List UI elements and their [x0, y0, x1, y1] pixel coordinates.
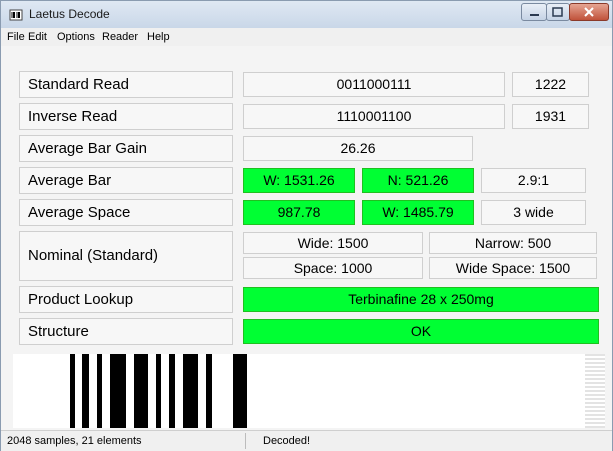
app-window: Laetus Decode File Edit Options Reader H… — [0, 0, 613, 451]
close-icon — [584, 7, 594, 17]
barcode-bar — [70, 354, 75, 428]
barcode-bar — [183, 354, 198, 428]
average-bar-gain-value: 26.26 — [243, 136, 473, 161]
nominal-narrow: Narrow: 500 — [429, 232, 597, 254]
app-icon — [9, 9, 23, 21]
barcode-bar — [82, 354, 89, 428]
nominal-label: Nominal (Standard) — [19, 231, 233, 281]
barcode-bar — [97, 354, 102, 428]
window-title: Laetus Decode — [29, 7, 110, 21]
barcode-bar — [156, 354, 161, 428]
average-bar-gain-label: Average Bar Gain — [19, 135, 233, 162]
menu-help[interactable]: Help — [147, 31, 170, 43]
menu-file[interactable]: File — [7, 31, 25, 43]
nominal-wide-space: Wide Space: 1500 — [429, 257, 597, 279]
inverse-read-label: Inverse Read — [19, 103, 233, 130]
status-bar: 2048 samples, 21 elements Decoded! — [1, 430, 612, 451]
nominal-space: Space: 1000 — [243, 257, 423, 279]
average-bar-label: Average Bar — [19, 167, 233, 194]
maximize-button[interactable] — [546, 3, 570, 21]
average-space-narrow: 987.78 — [243, 200, 355, 225]
average-space-note: 3 wide — [481, 200, 586, 225]
structure-value: OK — [243, 319, 599, 344]
nominal-wide: Wide: 1500 — [243, 232, 423, 254]
average-space-wide: W: 1485.79 — [362, 200, 474, 225]
standard-read-label: Standard Read — [19, 71, 233, 98]
standard-read-value: 0011000111 — [243, 72, 505, 97]
scan-trace — [585, 354, 605, 428]
maximize-icon — [552, 7, 563, 17]
status-divider — [245, 433, 246, 449]
menu-options[interactable]: Options — [57, 31, 95, 43]
average-bar-narrow: N: 521.26 — [362, 168, 474, 193]
standard-read-count: 1222 — [512, 72, 589, 97]
barcode-bar — [233, 354, 247, 428]
menu-reader[interactable]: Reader — [102, 31, 138, 43]
minimize-icon — [530, 14, 539, 16]
average-space-label: Average Space — [19, 199, 233, 226]
product-lookup-value: Terbinafine 28 x 250mg — [243, 287, 599, 312]
menu-edit[interactable]: Edit — [28, 31, 47, 43]
product-lookup-label: Product Lookup — [19, 286, 233, 313]
barcode-display — [13, 354, 605, 428]
inverse-read-count: 1931 — [512, 104, 589, 129]
inverse-read-value: 1110001100 — [243, 104, 505, 129]
structure-label: Structure — [19, 318, 233, 345]
average-bar-ratio: 2.9:1 — [481, 168, 586, 193]
minimize-button[interactable] — [521, 3, 547, 21]
average-bar-wide: W: 1531.26 — [243, 168, 355, 193]
close-button[interactable] — [569, 3, 609, 21]
menu-bar: File Edit Options Reader Help — [1, 28, 612, 46]
barcode-bar — [110, 354, 126, 428]
status-samples: 2048 samples, 21 elements — [7, 435, 142, 447]
status-decoded: Decoded! — [263, 435, 311, 447]
barcode-bar — [206, 354, 212, 428]
barcode-bar — [169, 354, 175, 428]
barcode-bar — [134, 354, 148, 428]
title-bar[interactable]: Laetus Decode — [1, 1, 612, 28]
